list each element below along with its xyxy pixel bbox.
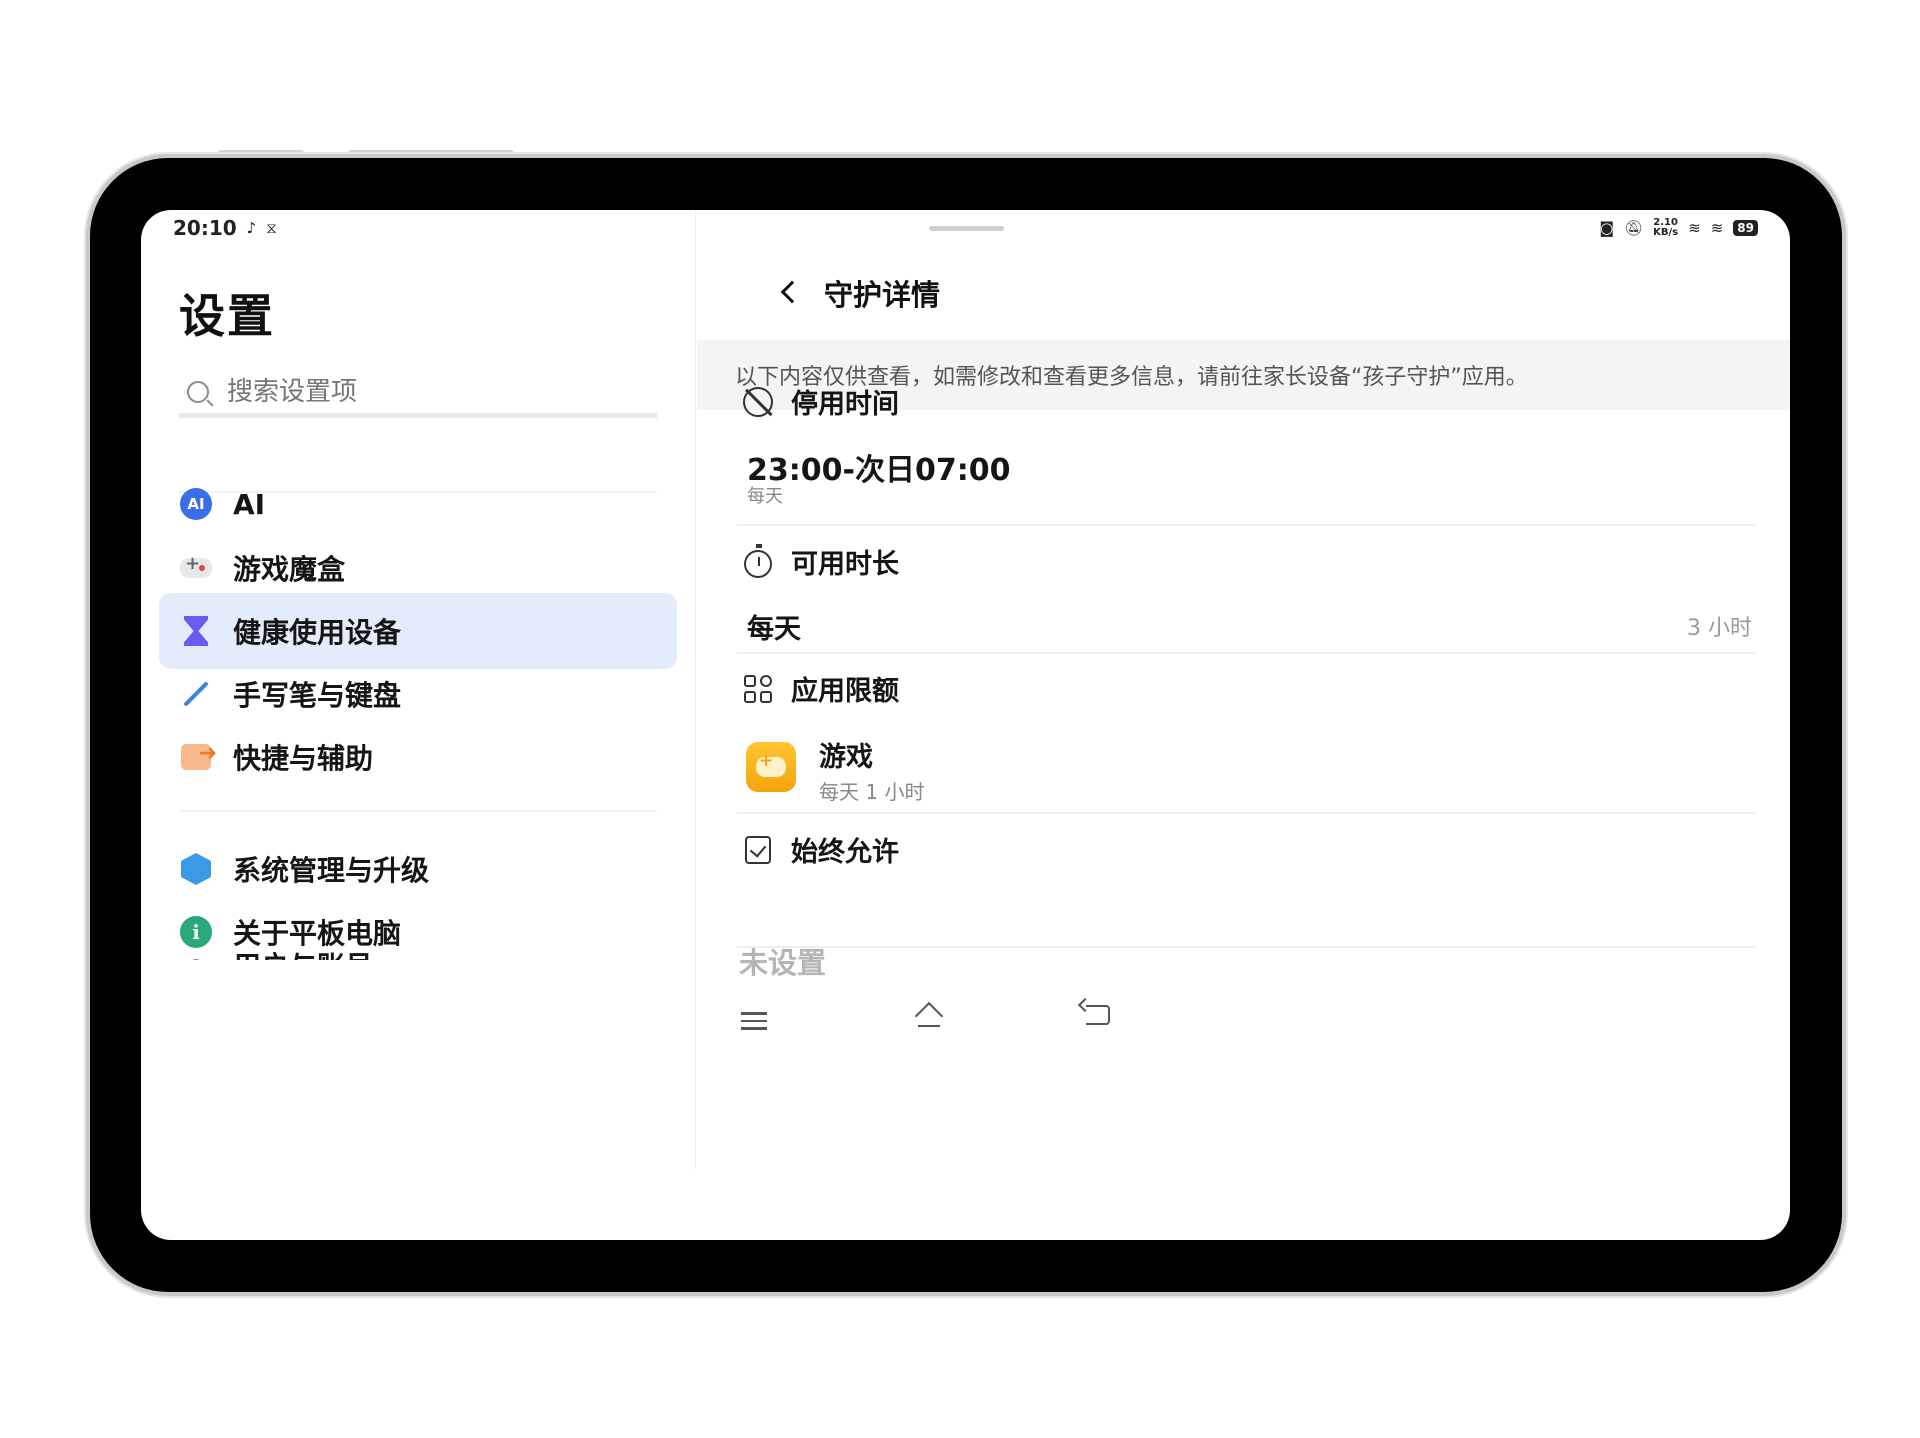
back-button[interactable] [769, 272, 809, 312]
apps-grid-icon [741, 672, 775, 706]
sidebar-item-label: 游戏魔盒 [233, 553, 346, 586]
section-title: 可用时长 [791, 549, 899, 580]
camera-icon: ◙ [1599, 219, 1615, 237]
sidebar-item-shortcuts[interactable]: 快捷与辅助 [159, 719, 677, 795]
app-limit-value: 每天 1 小时 [819, 780, 925, 804]
divider [737, 812, 1757, 814]
timer-icon [741, 543, 775, 579]
shortcut-icon [179, 740, 217, 774]
sidebar-item-label: 健康使用设备 [233, 616, 402, 649]
app-limit-name: 游戏 [819, 742, 873, 773]
home-icon[interactable] [916, 1003, 942, 1029]
downtime-range: 23:00-次日07:00 [747, 453, 1011, 488]
checkbox-icon [741, 833, 775, 867]
back-icon[interactable] [1086, 1005, 1110, 1025]
menu-icon[interactable] [741, 1007, 767, 1035]
hotspot-icon: ≋ [1710, 219, 1724, 237]
stylus-icon [179, 677, 213, 711]
divider [737, 524, 1757, 526]
split-handle[interactable] [929, 226, 1004, 231]
hourglass-icon [179, 614, 213, 648]
info-icon: i [179, 915, 213, 949]
page-title: 设置 [179, 289, 275, 343]
search-bar[interactable] [179, 370, 657, 418]
search-input[interactable] [227, 376, 627, 407]
detail-title: 守护详情 [824, 278, 941, 312]
divider [179, 810, 657, 812]
cube-icon [179, 852, 213, 886]
chevron-left-icon [780, 280, 804, 304]
tablet-screen: 20:10 ♪ ⧖ ◙ 🔕︎ 2.10 KB/s ≋ ≋ 89 设置 AI AI… [141, 210, 1790, 1240]
status-bar-right: ◙ 🔕︎ 2.10 KB/s ≋ ≋ 89 [1600, 218, 1758, 238]
app-limits-header: 应用限额 [741, 669, 899, 708]
gamepad-icon [179, 551, 213, 585]
downtime-repeat: 每天 [747, 486, 783, 507]
sidebar-item-label: 系统管理与升级 [233, 854, 430, 887]
downtime-header: 停用时间 [741, 382, 899, 421]
user-icon [179, 949, 213, 960]
sidebar-item-label: 用户与账号 [233, 945, 373, 960]
screen-time-value: 3 小时 [1687, 616, 1752, 641]
search-icon [187, 380, 209, 403]
sidebar-item-label: 快捷与辅助 [233, 742, 374, 775]
wifi-icon: ≋ [1688, 219, 1701, 237]
navigation-bar [141, 995, 1790, 1055]
always-allowed-header: 始终允许 [741, 830, 899, 869]
ai-icon: AI [179, 487, 213, 521]
volume-button [218, 150, 304, 158]
sidebar-clip: 用户与账号 [141, 945, 696, 960]
clock-off-icon [741, 385, 775, 419]
section-title: 停用时间 [791, 389, 899, 420]
section-title: 始终允许 [791, 837, 899, 868]
sidebar-item-label: AI [233, 487, 266, 521]
screen-time-label: 每天 [747, 614, 801, 645]
net-speed: 2.10 KB/s [1653, 217, 1679, 238]
sidebar-item-label: 手写笔与键盘 [233, 679, 402, 712]
power-button [348, 150, 514, 158]
divider [737, 946, 1757, 948]
sidebar-item-accounts[interactable]: 用户与账号 [159, 945, 677, 960]
screen-time-header: 可用时长 [741, 542, 899, 581]
section-title: 应用限额 [791, 676, 899, 707]
divider [737, 652, 1757, 654]
battery-icon: 89 [1733, 220, 1758, 236]
mute-icon: 🔕︎ [1624, 219, 1644, 237]
game-app-icon [746, 742, 796, 792]
